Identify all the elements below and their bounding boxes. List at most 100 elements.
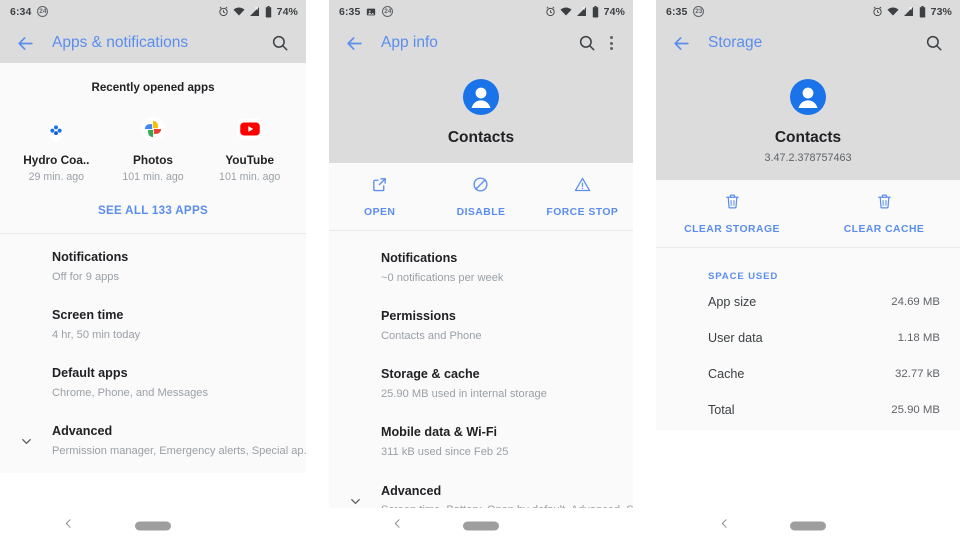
settings-row-advanced[interactable]: Advanced Screen time, Battery, Open by d… xyxy=(329,472,633,508)
row-title: Notifications xyxy=(52,250,129,264)
row-subtitle: 4 hr, 50 min today xyxy=(52,328,141,341)
screenshot-stage: 6:34 24 74% Apps & notifications Recentl… xyxy=(0,0,960,543)
alarm-icon xyxy=(218,6,229,17)
screenshot-icon xyxy=(366,7,376,17)
recent-app-time: 101 min. ago xyxy=(122,171,184,183)
recently-opened-heading: Recently opened apps xyxy=(91,81,215,94)
see-all-apps-button[interactable]: SEE ALL 133 APPS xyxy=(0,183,306,233)
cellular-signal-icon xyxy=(576,6,588,17)
settings-row-mobile-data-and-wifi[interactable]: Mobile data & Wi-Fi 311 kB used since Fe… xyxy=(329,413,633,471)
disable-button[interactable]: DISABLE xyxy=(430,176,531,218)
battery-icon xyxy=(265,5,272,18)
search-icon[interactable] xyxy=(573,29,601,57)
search-icon[interactable] xyxy=(266,29,294,57)
app-bar: App info xyxy=(329,23,633,63)
battery-icon xyxy=(919,5,926,18)
recent-app-name: YouTube xyxy=(225,153,275,167)
nav-back-icon[interactable] xyxy=(62,517,75,535)
status-bar: 6:34 24 74% xyxy=(0,0,306,23)
space-row-key: Cache xyxy=(708,367,745,381)
system-navigation-bar xyxy=(0,508,306,543)
status-bar: 6:35 23 73% xyxy=(656,0,960,23)
action-label: FORCE STOP xyxy=(546,207,619,218)
space-row-cache: Cache 32.77 kB xyxy=(656,356,960,392)
phone-panel-app-info: 6:35 24 74% App info Contacts OPEN DISAB… xyxy=(329,0,633,543)
alarm-icon xyxy=(545,6,556,17)
home-pill[interactable] xyxy=(790,521,826,530)
recent-apps-row: Hydro Coa.. 29 min. ago Photos 101 min. … xyxy=(0,94,306,183)
settings-row-screen-time[interactable]: Screen time 4 hr, 50 min today xyxy=(0,296,306,354)
clear-cache-button[interactable]: CLEAR CACHE xyxy=(808,193,960,235)
more-vertical-icon[interactable] xyxy=(601,29,621,57)
cellular-signal-icon xyxy=(249,6,261,17)
wifi-icon xyxy=(233,6,245,17)
space-row-value: 24.69 MB xyxy=(891,296,940,308)
app-bar: Storage xyxy=(656,23,960,63)
contacts-icon xyxy=(459,75,503,119)
app-header: Contacts 3.47.2.378757463 xyxy=(656,63,960,180)
row-title: Advanced xyxy=(52,424,113,439)
row-subtitle: 25.90 MB used in internal storage xyxy=(381,388,547,401)
settings-row-storage-and-cache[interactable]: Storage & cache 25.90 MB used in interna… xyxy=(329,355,633,413)
row-subtitle: Off for 9 apps xyxy=(52,270,120,283)
row-subtitle: Permission manager, Emergency alerts, Sp… xyxy=(52,445,306,458)
wifi-icon xyxy=(887,6,899,17)
status-time: 6:34 xyxy=(10,5,32,18)
settings-row-permissions[interactable]: Permissions Contacts and Phone xyxy=(329,297,633,355)
chevron-down-icon[interactable] xyxy=(329,484,381,508)
settings-row-advanced[interactable]: Advanced Permission manager, Emergency a… xyxy=(0,412,306,470)
settings-row-default-apps[interactable]: Default apps Chrome, Phone, and Messages xyxy=(0,354,306,412)
force-stop-button[interactable]: FORCE STOP xyxy=(532,176,633,218)
settings-row-notifications[interactable]: Notifications ~0 notifications per week xyxy=(329,239,633,297)
space-used-heading: SPACE USED xyxy=(708,271,779,282)
trash-icon xyxy=(876,193,893,215)
system-navigation-bar xyxy=(656,508,960,543)
recent-app-photos[interactable]: Photos 101 min. ago xyxy=(105,114,202,183)
search-icon[interactable] xyxy=(920,29,948,57)
open-external-icon xyxy=(371,176,388,198)
nav-back-icon[interactable] xyxy=(718,517,731,535)
clear-storage-button[interactable]: CLEAR STORAGE xyxy=(656,193,808,235)
phone-panel-storage: 6:35 23 73% Storage Contacts 3.47.2.3787… xyxy=(656,0,960,543)
page-title: Apps & notifications xyxy=(52,34,189,51)
home-pill[interactable] xyxy=(135,521,171,530)
recent-app-hydro-coach[interactable]: Hydro Coa.. 29 min. ago xyxy=(8,114,105,183)
back-arrow-icon[interactable] xyxy=(341,30,367,56)
back-arrow-icon[interactable] xyxy=(12,30,38,56)
row-title: Advanced xyxy=(381,483,442,498)
trash-icon xyxy=(724,193,741,215)
open-button[interactable]: OPEN xyxy=(329,176,430,218)
space-row-key: Total xyxy=(708,403,735,417)
app-name: Contacts xyxy=(447,129,515,146)
contacts-icon xyxy=(786,75,830,119)
app-name: Contacts xyxy=(774,129,842,146)
overflow-dot xyxy=(609,41,613,45)
space-row-value: 25.90 MB xyxy=(891,404,940,416)
battery-icon xyxy=(592,5,599,18)
page-title: App info xyxy=(381,34,438,51)
notification-badge-icon: 24 xyxy=(382,6,394,17)
space-row-user-data: User data 1.18 MB xyxy=(656,320,960,356)
space-row-value: 1.18 MB xyxy=(897,332,940,344)
battery-percent: 74% xyxy=(603,5,625,18)
row-title: Default apps xyxy=(52,366,128,381)
action-label: OPEN xyxy=(364,207,396,218)
nav-back-icon[interactable] xyxy=(391,517,404,535)
panel-content: Recently opened apps Hydro Coa.. 29 min.… xyxy=(0,63,306,508)
warning-triangle-icon xyxy=(574,176,591,198)
google-photos-icon xyxy=(138,114,168,144)
back-arrow-icon[interactable] xyxy=(668,30,694,56)
row-subtitle: Chrome, Phone, and Messages xyxy=(52,387,209,400)
panel-content: SPACE USED App size 24.69 MB User data 1… xyxy=(656,248,960,508)
cellular-signal-icon xyxy=(903,6,915,17)
settings-row-notifications[interactable]: Notifications Off for 9 apps xyxy=(0,238,306,296)
home-pill[interactable] xyxy=(463,521,499,530)
recent-app-youtube[interactable]: YouTube 101 min. ago xyxy=(201,114,298,183)
status-time: 6:35 xyxy=(666,5,688,18)
recent-app-name: Photos xyxy=(133,153,173,167)
recent-app-time: 101 min. ago xyxy=(219,171,281,183)
notification-badge-icon: 24 xyxy=(37,6,49,17)
row-subtitle: 311 kB used since Feb 25 xyxy=(381,446,509,459)
row-title: Screen time xyxy=(52,308,124,323)
chevron-down-icon[interactable] xyxy=(0,424,52,449)
